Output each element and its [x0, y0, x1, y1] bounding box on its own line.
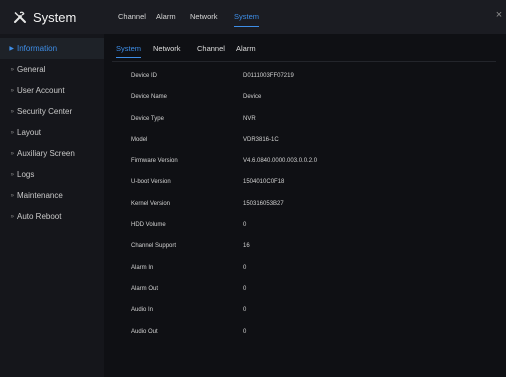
sidebar-item-auto-reboot[interactable]: » Auto Reboot — [0, 206, 104, 227]
info-value: VDR3816-1C — [243, 136, 279, 143]
divider — [112, 61, 496, 62]
sidebar-item-label: Maintenance — [17, 191, 63, 200]
info-label: Audio In — [131, 307, 154, 314]
sidebar-item-label: Logs — [17, 170, 35, 179]
sidebar-title: System — [33, 9, 77, 25]
chevron-right-icon: » — [10, 171, 14, 178]
info-value: D0111003FF07219 — [243, 73, 294, 79]
info-row-audio-out: Audio Out 0 — [104, 323, 506, 344]
chevron-right-icon: » — [10, 108, 14, 115]
sidebar-item-label: Auxiliary Screen — [17, 149, 75, 158]
info-label: Device ID — [131, 73, 158, 79]
close-icon[interactable]: × — [494, 9, 504, 21]
sidebar-item-maintenance[interactable]: » Maintenance — [0, 185, 104, 206]
sidebar-item-label: User Account — [17, 86, 65, 95]
info-row-device-name: Device Name Device — [104, 88, 506, 109]
info-value: 0 — [243, 285, 247, 292]
chevron-right-icon: » — [10, 129, 14, 136]
info-value: Device — [243, 94, 262, 101]
info-value: 0 — [243, 307, 247, 314]
tab-channel[interactable]: Channel — [118, 0, 146, 34]
chevron-right-icon: » — [10, 66, 14, 73]
info-row-alarm-in: Alarm In 0 — [104, 259, 506, 280]
sidebar-item-auxiliary-screen[interactable]: » Auxiliary Screen — [0, 143, 104, 164]
tab-alarm[interactable]: Alarm — [156, 0, 176, 34]
info-value: 0 — [243, 264, 247, 271]
info-row-device-type: Device Type NVR — [104, 110, 506, 131]
system-info-list: Device ID D0111003FF07219 Device Name De… — [104, 67, 506, 344]
info-label: Firmware Version — [131, 158, 178, 165]
sidebar-item-user-account[interactable]: » User Account — [0, 80, 104, 101]
info-row-device-id: Device ID D0111003FF07219 — [104, 67, 506, 88]
info-value: 16 — [243, 243, 250, 250]
tab-network[interactable]: Network — [190, 0, 218, 34]
info-label: Channel Support — [131, 243, 177, 250]
subtab-channel[interactable]: Channel — [197, 34, 225, 62]
tab-system[interactable]: System — [234, 0, 260, 34]
sidebar-item-label: Information — [17, 44, 58, 53]
sidebar-item-label: Security Center — [17, 107, 73, 116]
sidebar-item-information[interactable]: ▶ Information — [0, 38, 104, 59]
chevron-right-icon: » — [10, 87, 14, 94]
info-label: Alarm In — [131, 264, 154, 271]
info-label: Device Type — [131, 115, 164, 122]
info-label: U-boot Version — [131, 179, 171, 186]
chevron-right-icon: ▶ — [9, 46, 14, 52]
info-value: V4.6.0840.0000.003.0.0.2.0 — [243, 158, 318, 165]
sidebar-item-label: Layout — [17, 128, 42, 137]
main-panel: System Network Channel Alarm Device ID D… — [104, 34, 506, 377]
sidebar-item-logs[interactable]: » Logs — [0, 164, 104, 185]
info-row-kernel-version: Kernel Version 150316053B27 — [104, 195, 506, 216]
sub-tabs: System Network Channel Alarm — [104, 34, 506, 62]
top-menu-bar: Channel Alarm Network System × — [104, 0, 506, 34]
sidebar-item-label: General — [17, 65, 46, 74]
subtab-alarm[interactable]: Alarm — [236, 34, 256, 62]
info-value: 1504010C0F18 — [243, 179, 285, 186]
info-label: Audio Out — [131, 328, 158, 335]
sidebar-item-layout[interactable]: » Layout — [0, 122, 104, 143]
subtab-network[interactable]: Network — [153, 34, 181, 62]
sidebar-item-general[interactable]: » General — [0, 59, 104, 80]
info-label: Alarm Out — [131, 285, 159, 292]
info-label: Kernel Version — [131, 200, 171, 207]
info-label: HDD Volume — [131, 222, 166, 229]
info-value: 150316053B27 — [243, 200, 284, 207]
info-row-uboot-version: U-boot Version 1504010C0F18 — [104, 173, 506, 194]
chevron-right-icon: » — [10, 150, 14, 157]
chevron-right-icon: » — [10, 192, 14, 199]
tools-icon — [13, 10, 27, 24]
info-value: 0 — [243, 328, 247, 335]
info-value: NVR — [243, 115, 256, 122]
info-row-firmware-version: Firmware Version V4.6.0840.0000.003.0.0.… — [104, 152, 506, 173]
sidebar-header: System — [0, 0, 104, 34]
info-row-alarm-out: Alarm Out 0 — [104, 280, 506, 301]
chevron-right-icon: » — [10, 213, 14, 220]
info-row-audio-in: Audio In 0 — [104, 301, 506, 322]
sidebar-item-security-center[interactable]: » Security Center — [0, 101, 104, 122]
info-row-hdd-volume: HDD Volume 0 — [104, 216, 506, 237]
subtab-system[interactable]: System — [116, 34, 142, 62]
sidebar-menu: ▶ Information » General » User Account »… — [0, 38, 104, 227]
sidebar-item-label: Auto Reboot — [17, 212, 62, 221]
sidebar: System ▶ Information » General » User Ac… — [0, 0, 104, 377]
info-value: 0 — [243, 222, 247, 229]
nvr-settings-window: System ▶ Information » General » User Ac… — [0, 0, 506, 377]
info-label: Device Name — [131, 94, 168, 101]
info-row-model: Model VDR3816-1C — [104, 131, 506, 152]
info-label: Model — [131, 136, 148, 143]
info-row-channel-support: Channel Support 16 — [104, 237, 506, 258]
